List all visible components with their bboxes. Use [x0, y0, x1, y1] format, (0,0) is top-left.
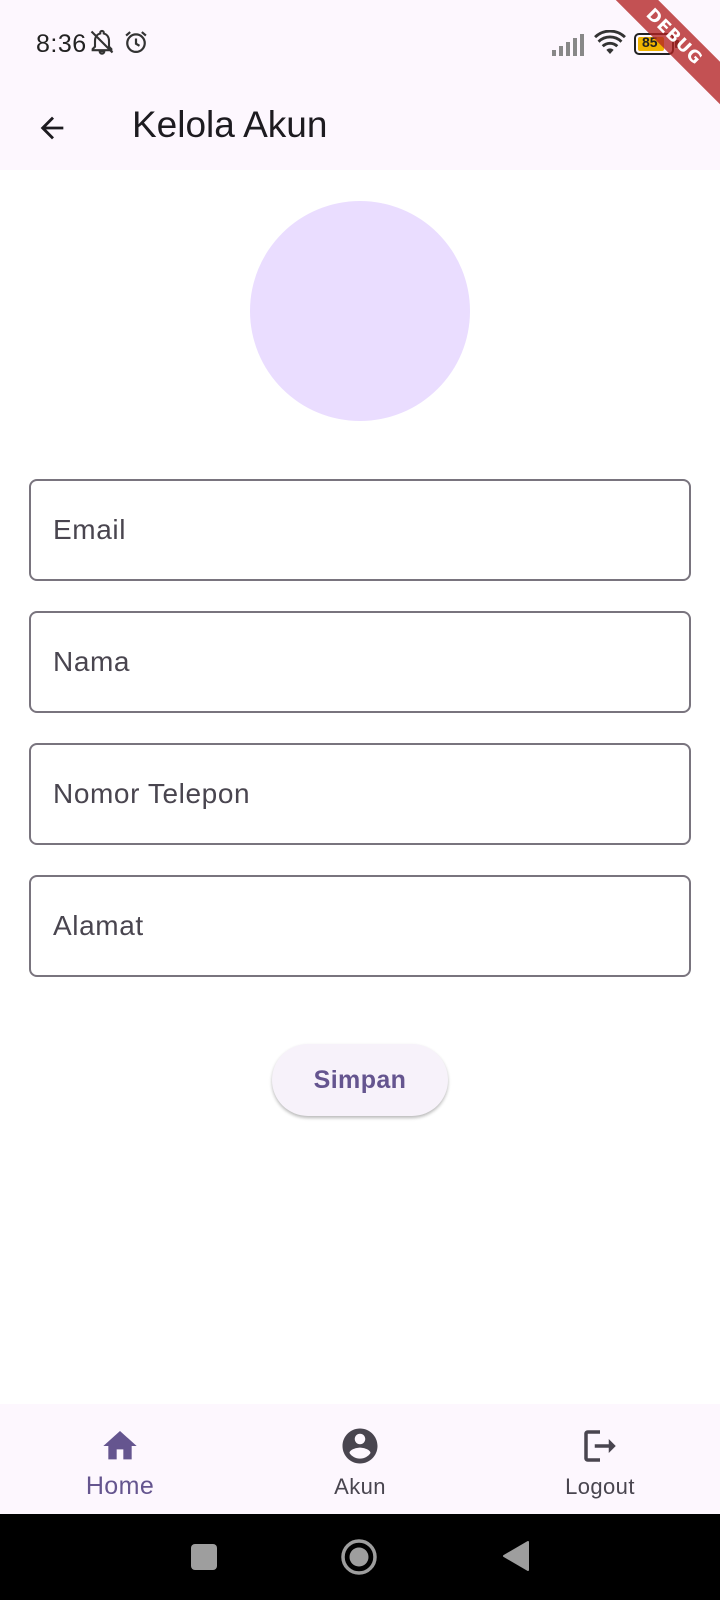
nav-label-account: Akun — [334, 1474, 386, 1499]
logout-icon — [579, 1424, 621, 1468]
recents-icon[interactable] — [190, 1543, 218, 1576]
arrow-back-icon — [40, 116, 64, 140]
notifications-off-icon — [88, 28, 116, 61]
nav-item-home[interactable]: Home — [0, 1404, 240, 1514]
status-time: 8:36 — [36, 30, 87, 58]
screen: 8:36 85 DEBUG Kelola Akun Email Nama Nom… — [0, 0, 720, 1600]
email-input[interactable] — [53, 514, 689, 546]
address-input[interactable] — [53, 910, 689, 942]
bottom-navigation: Home Akun Logout — [0, 1404, 720, 1514]
system-navigation-bar — [0, 1514, 720, 1600]
nav-item-account[interactable]: Akun — [240, 1404, 480, 1514]
nav-label-home: Home — [85, 1472, 155, 1500]
nav-item-logout[interactable]: Logout — [480, 1404, 720, 1514]
phone-input[interactable] — [53, 778, 689, 810]
address-field[interactable] — [29, 875, 691, 977]
app-bar: Kelola Akun — [0, 88, 720, 170]
wifi-icon — [594, 29, 626, 61]
home-circle-icon[interactable] — [340, 1538, 378, 1581]
name-input[interactable] — [53, 646, 689, 678]
back-triangle-icon[interactable] — [502, 1540, 530, 1577]
alarm-icon — [122, 28, 150, 61]
phone-field[interactable] — [29, 743, 691, 845]
page-title: Kelola Akun — [132, 104, 328, 145]
email-field[interactable] — [29, 479, 691, 581]
status-bar: 8:36 85 — [0, 0, 720, 88]
avatar[interactable] — [250, 201, 470, 421]
back-button[interactable] — [24, 100, 80, 156]
cellular-signal-icon — [552, 34, 588, 61]
name-field[interactable] — [29, 611, 691, 713]
account-circle-icon — [339, 1424, 381, 1468]
home-icon — [100, 1424, 140, 1468]
nav-label-logout: Logout — [565, 1474, 635, 1499]
save-button[interactable]: Simpan — [272, 1044, 448, 1116]
